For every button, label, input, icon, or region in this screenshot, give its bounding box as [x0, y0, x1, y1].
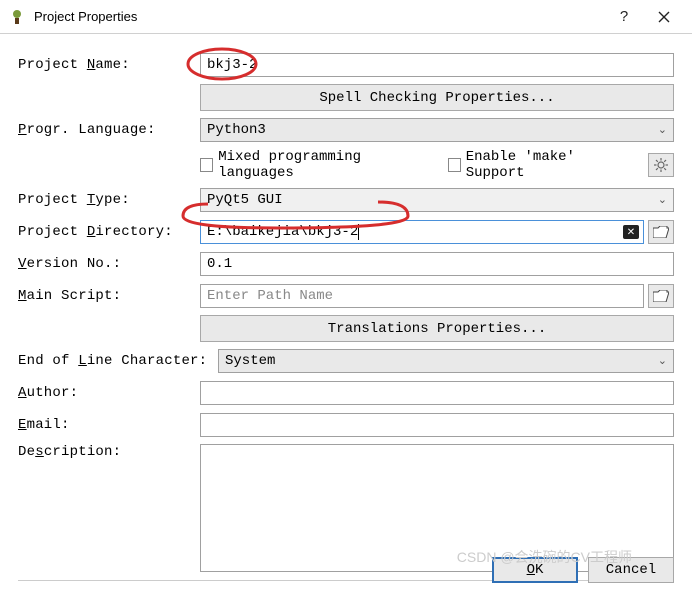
- folder-icon: [653, 226, 669, 238]
- window-title: Project Properties: [34, 9, 604, 24]
- settings-button[interactable]: [648, 153, 674, 177]
- author-label: Author:: [18, 385, 200, 401]
- translations-button[interactable]: Translations Properties...: [200, 315, 674, 342]
- ok-button[interactable]: OK: [492, 557, 578, 583]
- enable-make-checkbox[interactable]: Enable 'make' Support: [448, 149, 630, 181]
- project-type-select[interactable]: PyQt5 GUI ⌄: [200, 188, 674, 212]
- eol-select[interactable]: System ⌄: [218, 349, 674, 373]
- close-button[interactable]: [644, 2, 684, 32]
- eol-value: System: [225, 353, 275, 369]
- author-input[interactable]: [200, 381, 674, 405]
- description-label: Description:: [18, 444, 200, 460]
- eol-label: End of Line Character:: [18, 353, 218, 369]
- main-script-input[interactable]: [200, 284, 644, 308]
- language-value: Python3: [207, 122, 266, 138]
- app-icon: [8, 8, 26, 26]
- email-input[interactable]: [200, 413, 674, 437]
- mixed-languages-label: Mixed programming languages: [218, 149, 429, 181]
- chevron-down-icon: ⌄: [658, 193, 667, 207]
- dialog-footer: OK Cancel: [492, 557, 674, 583]
- language-select[interactable]: Python3 ⌄: [200, 118, 674, 142]
- title-bar: Project Properties ?: [0, 0, 692, 34]
- checkbox-box: [448, 158, 461, 172]
- email-label: Email:: [18, 417, 200, 433]
- dialog-content: Project Name: Spell Checking Properties.…: [0, 34, 692, 595]
- chevron-down-icon: ⌄: [658, 123, 667, 137]
- spell-checking-button[interactable]: Spell Checking Properties...: [200, 84, 674, 111]
- checkbox-box: [200, 158, 213, 172]
- mixed-languages-checkbox[interactable]: Mixed programming languages: [200, 149, 430, 181]
- version-input[interactable]: [200, 252, 674, 276]
- project-directory-input[interactable]: E:\baikejia\bkj3-2 ✕: [200, 220, 644, 244]
- gear-icon: [654, 158, 668, 172]
- version-label: Version No.:: [18, 256, 200, 272]
- project-type-label: Project Type:: [18, 192, 200, 208]
- chevron-down-icon: ⌄: [658, 354, 667, 368]
- project-directory-value: E:\baikejia\bkj3-2: [207, 224, 358, 240]
- cancel-button[interactable]: Cancel: [588, 557, 674, 583]
- project-name-input[interactable]: [200, 53, 674, 77]
- project-name-label: Project Name:: [18, 57, 200, 73]
- help-button[interactable]: ?: [604, 2, 644, 32]
- project-type-value: PyQt5 GUI: [207, 192, 283, 208]
- main-script-label: Main Script:: [18, 288, 200, 304]
- clear-icon[interactable]: ✕: [623, 225, 639, 239]
- browse-script-button[interactable]: [648, 284, 674, 308]
- project-directory-label: Project Directory:: [18, 224, 200, 240]
- language-label: Progr. Language:: [18, 122, 200, 138]
- folder-icon: [653, 290, 669, 302]
- enable-make-label: Enable 'make' Support: [466, 149, 630, 181]
- browse-directory-button[interactable]: [648, 220, 674, 244]
- description-textarea[interactable]: [200, 444, 674, 572]
